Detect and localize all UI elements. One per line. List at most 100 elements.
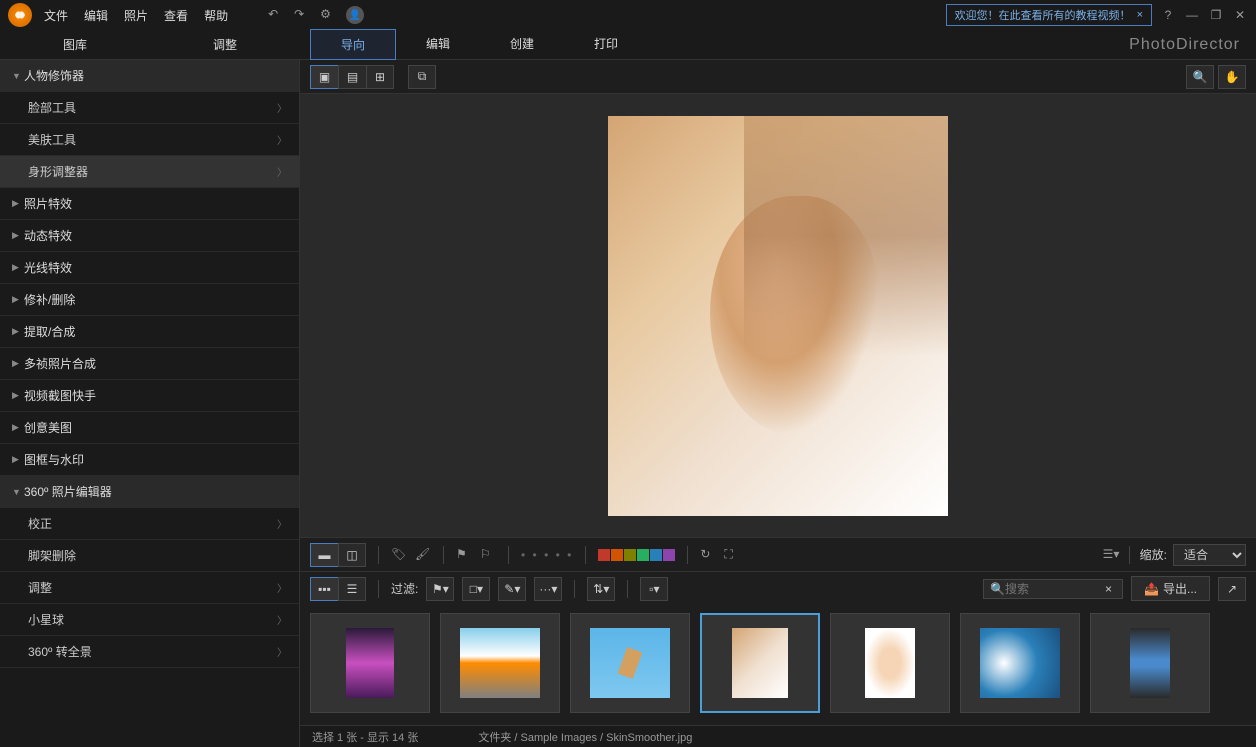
welcome-banner[interactable]: 欢迎您！在此查看所有的教程视频！ × <box>946 4 1152 26</box>
view-mirror-icon[interactable]: ⧉ <box>408 65 436 89</box>
export-button[interactable]: 📤 导出... <box>1131 576 1210 601</box>
brand-label: PhotoDirector <box>1129 36 1240 54</box>
list-icon[interactable]: ☰▾ <box>1103 547 1119 563</box>
search-input[interactable] <box>1005 582 1105 596</box>
flag-icon[interactable]: ⚑ <box>456 547 472 563</box>
status-path: Sample Images / SkinSmoother.jpg <box>521 732 693 744</box>
sidebar-skin-tools[interactable]: 美肤工具〉 <box>0 124 299 156</box>
rating-toolbar: ▬ ◫ 🏷 🖌 ⚑ ⚐ • • • • • ↻ ⛶ <box>300 537 1256 571</box>
sidebar-multi-comp[interactable]: ▶多祯照片合成 <box>0 348 299 380</box>
crop-icon[interactable]: ⛶ <box>724 547 740 563</box>
preview-image <box>608 116 948 516</box>
reject-icon[interactable]: ⚐ <box>480 547 496 563</box>
zoom-tool-icon[interactable]: 🔍 <box>1186 65 1214 89</box>
tab-library[interactable]: 图库 <box>0 30 150 59</box>
panel-split-icon[interactable]: ◫ <box>338 543 366 567</box>
tag-icon[interactable]: 🏷 <box>391 547 407 563</box>
share-icon[interactable]: ↗ <box>1218 577 1246 601</box>
thumbnail[interactable] <box>310 613 430 713</box>
sidebar-photo-fx[interactable]: ▶照片特效 <box>0 188 299 220</box>
statusbar: 选择 1 张 - 显示 14 张 文件夹 / Sample Images / S… <box>300 725 1256 747</box>
settings-icon[interactable]: ⚙ <box>320 7 336 23</box>
viewer-toolbar: ▣ ▤ ⊞ ⧉ 🔍 ✋ <box>300 60 1256 94</box>
sidebar-dynamic-fx[interactable]: ▶动态特效 <box>0 220 299 252</box>
welcome-text: 欢迎您！在此查看所有的教程视频！ <box>955 7 1131 23</box>
tab-create[interactable]: 创建 <box>480 29 564 60</box>
sidebar-frame[interactable]: ▶图框与水印 <box>0 444 299 476</box>
sidebar-extract[interactable]: ▶提取/合成 <box>0 316 299 348</box>
view-grid-icon[interactable]: ⊞ <box>366 65 394 89</box>
sidebar-face-tools[interactable]: 脸部工具〉 <box>0 92 299 124</box>
sidebar-repair[interactable]: ▶修补/删除 <box>0 284 299 316</box>
sidebar-to-pano[interactable]: 360º 转全景〉 <box>0 636 299 668</box>
color-yellow[interactable] <box>624 549 636 561</box>
filter-label-icon[interactable]: □▾ <box>462 577 490 601</box>
view-compare-icon[interactable]: ▤ <box>338 65 366 89</box>
sidebar-little-planet[interactable]: 小星球〉 <box>0 604 299 636</box>
list-view-icon[interactable]: ☰ <box>338 577 366 601</box>
thumbnail[interactable] <box>1090 613 1210 713</box>
menu-help[interactable]: 帮助 <box>204 7 228 24</box>
sidebar-adjust-360[interactable]: 调整〉 <box>0 572 299 604</box>
menu-edit[interactable]: 编辑 <box>84 7 108 24</box>
color-green[interactable] <box>637 549 649 561</box>
menu-file[interactable]: 文件 <box>44 7 68 24</box>
filmstrip <box>300 605 1256 725</box>
thumbnail[interactable] <box>570 613 690 713</box>
undo-icon[interactable]: ↶ <box>268 7 284 23</box>
view-single-icon[interactable]: ▣ <box>310 65 338 89</box>
color-blue[interactable] <box>650 549 662 561</box>
thumb-view-icon[interactable]: ▪▪▪ <box>310 577 338 601</box>
sidebar-light-fx[interactable]: ▶光线特效 <box>0 252 299 284</box>
brush-icon[interactable]: 🖌 <box>415 547 431 563</box>
filter-flag-icon[interactable]: ⚑▾ <box>426 577 454 601</box>
zoom-select[interactable]: 适合 <box>1173 544 1246 566</box>
search-icon: 🔍 <box>990 582 1005 596</box>
status-selection: 选择 1 张 - 显示 14 张 <box>312 729 418 745</box>
titlebar: 文件 编辑 照片 查看 帮助 ↶ ↷ ⚙ 👤 欢迎您！在此查看所有的教程视频！ … <box>0 0 1256 30</box>
filter-edit-icon[interactable]: ✎▾ <box>498 577 526 601</box>
minimize-icon[interactable]: — <box>1184 7 1200 23</box>
thumbnail[interactable] <box>960 613 1080 713</box>
tab-row: 图库 调整 导向 编辑 创建 打印 PhotoDirector <box>0 30 1256 60</box>
panel-single-icon[interactable]: ▬ <box>310 543 338 567</box>
stack-icon[interactable]: ▫▾ <box>640 577 668 601</box>
content-area: ▣ ▤ ⊞ ⧉ 🔍 ✋ ▬ ◫ 🏷 🖌 ⚑ ⚐ • • <box>300 60 1256 747</box>
rotate-icon[interactable]: ↻ <box>700 547 716 563</box>
color-red[interactable] <box>598 549 610 561</box>
sidebar-tripod-remove[interactable]: 脚架删除 <box>0 540 299 572</box>
clear-search-icon[interactable]: × <box>1105 582 1112 596</box>
menu-view[interactable]: 查看 <box>164 7 188 24</box>
tab-edit[interactable]: 编辑 <box>396 29 480 60</box>
photo-viewer[interactable] <box>300 94 1256 537</box>
thumbnail[interactable] <box>830 613 950 713</box>
color-orange[interactable] <box>611 549 623 561</box>
tab-guided[interactable]: 导向 <box>310 29 396 60</box>
user-icon[interactable]: 👤 <box>346 6 364 24</box>
status-folder-label: 文件夹 <box>478 732 511 744</box>
menu-photo[interactable]: 照片 <box>124 7 148 24</box>
rating-stars[interactable]: • • • • • <box>521 548 573 562</box>
maximize-icon[interactable]: ❐ <box>1208 7 1224 23</box>
main-menu: 文件 编辑 照片 查看 帮助 <box>44 7 228 24</box>
help-icon[interactable]: ? <box>1160 7 1176 23</box>
redo-icon[interactable]: ↷ <box>294 7 310 23</box>
sidebar-video-snap[interactable]: ▶视频截图快手 <box>0 380 299 412</box>
tab-print[interactable]: 打印 <box>564 29 648 60</box>
filter-star-icon[interactable]: ···▾ <box>534 577 562 601</box>
sidebar-creative[interactable]: ▶创意美图 <box>0 412 299 444</box>
thumbnail-selected[interactable] <box>700 613 820 713</box>
close-banner-icon[interactable]: × <box>1137 9 1143 21</box>
color-purple[interactable] <box>663 549 675 561</box>
filter-toolbar: ▪▪▪ ☰ 过滤: ⚑▾ □▾ ✎▾ ···▾ ⇅▾ ▫▾ 🔍 × 📤 导出..… <box>300 571 1256 605</box>
sort-icon[interactable]: ⇅▾ <box>587 577 615 601</box>
tab-adjust[interactable]: 调整 <box>150 30 300 59</box>
sidebar-360-editor[interactable]: ▼360º 照片编辑器 <box>0 476 299 508</box>
close-icon[interactable]: ✕ <box>1232 7 1248 23</box>
sidebar-correct[interactable]: 校正〉 <box>0 508 299 540</box>
sidebar-people-retouch[interactable]: ▼人物修饰器 <box>0 60 299 92</box>
pan-tool-icon[interactable]: ✋ <box>1218 65 1246 89</box>
thumbnail[interactable] <box>440 613 560 713</box>
sidebar-body-shaper[interactable]: 身形调整器〉 <box>0 156 299 188</box>
search-box[interactable]: 🔍 × <box>983 579 1123 599</box>
